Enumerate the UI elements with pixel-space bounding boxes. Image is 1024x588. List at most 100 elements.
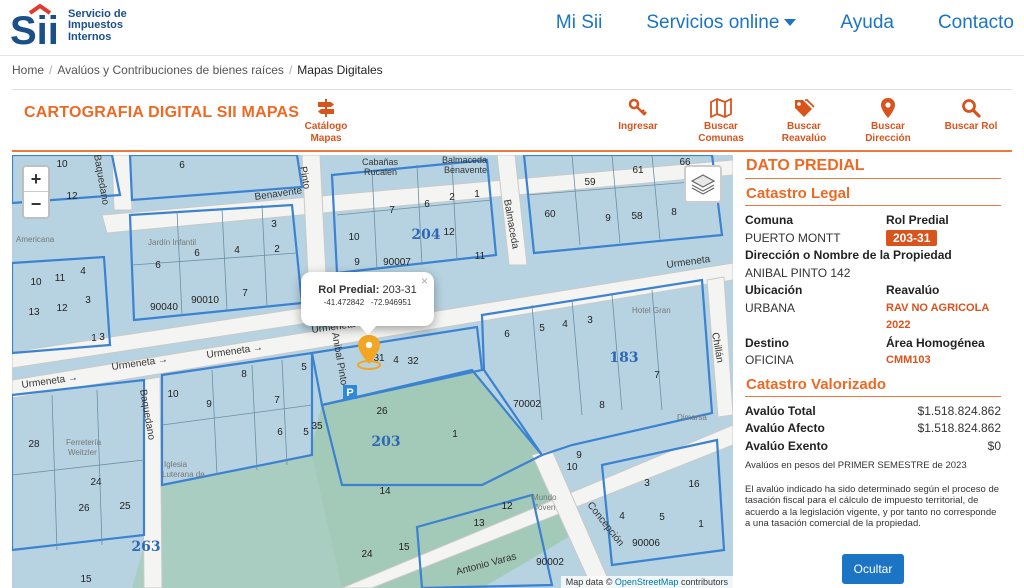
buscar-comunas-label-2: Comunas xyxy=(698,133,744,144)
svg-text:4: 4 xyxy=(393,355,399,366)
svg-text:13: 13 xyxy=(473,518,485,529)
search-icon xyxy=(962,99,981,118)
svg-text:26: 26 xyxy=(376,406,388,417)
svg-text:9: 9 xyxy=(354,257,360,268)
svg-text:5: 5 xyxy=(301,362,307,373)
svg-text:3: 3 xyxy=(271,219,277,230)
svg-text:4: 4 xyxy=(234,245,240,256)
map-view[interactable]: 10 12 6 10 9 7 6 2 1 12 11 90007 59 61 60 9 58 8 66 32… xyxy=(12,155,733,588)
svg-text:Benavente: Benavente xyxy=(444,165,487,175)
svg-text:90007: 90007 xyxy=(383,257,411,268)
reavaluo-label: Reavalúo xyxy=(886,283,940,297)
layers-button[interactable] xyxy=(684,165,722,203)
zoom-in-button[interactable]: + xyxy=(24,167,48,192)
svg-text:61: 61 xyxy=(632,165,644,176)
svg-text:9: 9 xyxy=(206,399,212,410)
svg-text:24: 24 xyxy=(90,477,102,488)
svg-text:Hotel Gran: Hotel Gran xyxy=(632,306,671,315)
page-title: CARTOGRAFIA DIGITAL SII MAPAS xyxy=(24,104,300,121)
attribution-suffix: contributors xyxy=(680,577,728,587)
svg-text:70002: 70002 xyxy=(513,399,541,410)
svg-text:Iglesia: Iglesia xyxy=(164,460,188,469)
avaluo-afecto-label: Avalúo Afecto xyxy=(745,421,825,435)
svg-text:35: 35 xyxy=(311,421,323,432)
svg-text:8: 8 xyxy=(241,369,247,380)
svg-text:3: 3 xyxy=(644,478,650,489)
layers-icon xyxy=(690,174,716,195)
buscar-comunas-button[interactable]: Buscar Comunas xyxy=(695,98,747,145)
svg-text:Balmaceda: Balmaceda xyxy=(442,155,487,165)
svg-text:58: 58 xyxy=(631,211,643,222)
popup-rol-value: 203-31 xyxy=(382,284,417,296)
nav-servicios-online[interactable]: Servicios online xyxy=(602,12,797,34)
catalogo-label-2: Mapas xyxy=(310,133,342,144)
svg-text:4: 4 xyxy=(80,266,86,277)
svg-text:Rucalen: Rucalen xyxy=(364,167,397,177)
buscar-direccion-button[interactable]: Buscar Dirección xyxy=(862,98,914,145)
svg-text:Joven: Joven xyxy=(534,503,555,512)
svg-text:1: 1 xyxy=(91,333,97,344)
svg-text:11: 11 xyxy=(55,273,66,284)
svg-text:Cabañas: Cabañas xyxy=(362,157,399,167)
svg-text:90002: 90002 xyxy=(536,557,564,568)
svg-text:7: 7 xyxy=(242,288,248,299)
svg-text:Sii: Sii xyxy=(10,9,59,48)
pesos-note: Avalúos en pesos del PRIMER SEMESTRE de … xyxy=(745,460,967,471)
svg-text:10: 10 xyxy=(348,232,360,243)
avaluo-total-label: Avalúo Total xyxy=(745,403,816,418)
svg-text:24: 24 xyxy=(361,549,373,560)
popup-close-button[interactable]: × xyxy=(421,274,428,288)
main-nav: Mi Sii Servicios online Ayuda Contacto xyxy=(512,12,1014,34)
buscar-reavaluo-button[interactable]: Buscar Reavalúo xyxy=(778,98,830,145)
area-value: CMM103 xyxy=(886,354,931,366)
popup-longitude: -72.946951 xyxy=(370,298,412,307)
svg-text:6: 6 xyxy=(504,329,510,340)
svg-text:10: 10 xyxy=(56,159,68,170)
breadcrumb: Home / Avalúos y Contribuciones de bienes … xyxy=(12,63,383,77)
svg-text:5: 5 xyxy=(539,323,545,334)
svg-text:90040: 90040 xyxy=(150,302,178,313)
comuna-label: Comuna xyxy=(745,213,793,227)
svg-text:3: 3 xyxy=(99,332,105,343)
nav-contacto[interactable]: Contacto xyxy=(894,12,1014,34)
svg-text:183: 183 xyxy=(609,350,638,366)
svg-text:1: 1 xyxy=(698,519,704,530)
sii-logo[interactable]: Sii Servicio de Impuestos Internos xyxy=(10,3,138,53)
zoom-control: + − xyxy=(22,165,50,219)
svg-text:6: 6 xyxy=(155,260,161,271)
ubicacion-label: Ubicación xyxy=(745,283,803,297)
nav-ayuda[interactable]: Ayuda xyxy=(796,12,894,34)
svg-text:9: 9 xyxy=(605,213,611,224)
svg-text:12: 12 xyxy=(501,501,513,512)
svg-text:203: 203 xyxy=(371,434,400,450)
svg-text:90010: 90010 xyxy=(191,295,219,306)
destino-label: Destino xyxy=(745,335,790,350)
breadcrumb-home[interactable]: Home xyxy=(12,63,44,77)
svg-text:4: 4 xyxy=(619,511,625,522)
svg-text:10: 10 xyxy=(30,277,42,288)
zoom-out-button[interactable]: − xyxy=(24,192,48,217)
breadcrumb-avaluos[interactable]: Avalúos y Contribuciones de bienes raíce… xyxy=(57,63,284,77)
rol-label: Rol Predial xyxy=(886,213,949,227)
svg-text:9: 9 xyxy=(576,450,582,461)
svg-text:59: 59 xyxy=(584,177,596,188)
signpost-icon xyxy=(318,99,334,117)
tags-icon xyxy=(795,99,815,117)
ingresar-button[interactable]: Ingresar xyxy=(612,98,664,133)
avaluo-afecto-value: $1.518.824.862 xyxy=(917,421,1001,435)
svg-text:15: 15 xyxy=(398,542,410,553)
nav-servicios-label: Servicios online xyxy=(646,12,780,33)
svg-text:16: 16 xyxy=(688,479,700,490)
catalogo-mapas-button[interactable]: Catálogo Mapas xyxy=(298,98,354,145)
svg-text:6: 6 xyxy=(179,160,185,171)
nav-mi-sii[interactable]: Mi Sii xyxy=(512,12,602,34)
svg-text:3: 3 xyxy=(587,315,593,326)
ocultar-button[interactable]: Ocultar xyxy=(842,554,904,584)
avaluo-total-value: $1.518.824.862 xyxy=(917,403,1001,418)
buscar-rol-button[interactable]: Buscar Rol xyxy=(942,98,1000,133)
svg-text:6: 6 xyxy=(424,199,430,210)
osm-link[interactable]: OpenStreetMap xyxy=(615,577,679,587)
svg-text:10: 10 xyxy=(167,389,179,400)
svg-text:6: 6 xyxy=(194,248,200,259)
reavaluo-year: 2022 xyxy=(886,319,911,331)
